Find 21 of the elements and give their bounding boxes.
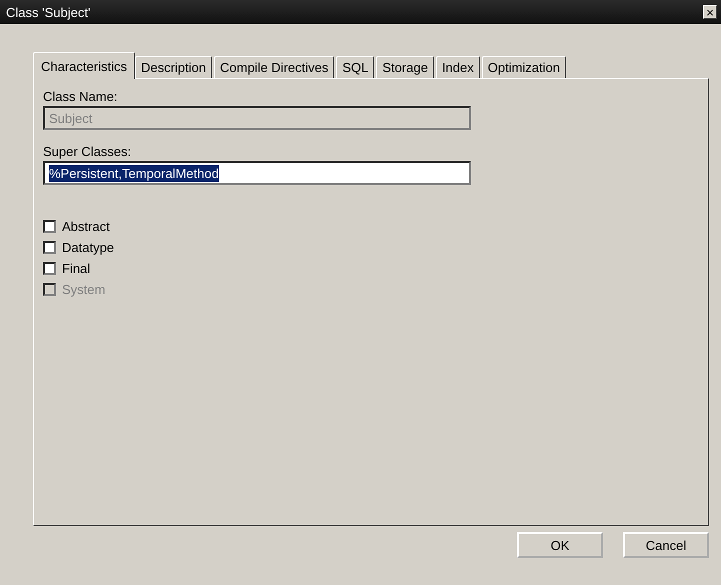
checkbox-label: System	[62, 282, 106, 297]
tab[interactable]: Characteristics	[33, 52, 135, 79]
tab[interactable]: SQL	[336, 56, 374, 78]
checkbox[interactable]	[43, 241, 56, 254]
checkbox-label: Datatype	[62, 240, 114, 255]
close-button[interactable]: ×	[703, 5, 717, 19]
tab[interactable]: Optimization	[482, 56, 566, 78]
tab[interactable]: Index	[436, 56, 480, 78]
tab[interactable]: Compile Directives	[214, 56, 334, 78]
field-label: Class Name:	[43, 89, 118, 104]
checkbox-label: Final	[62, 261, 90, 276]
window-title: Class 'Subject'	[6, 4, 90, 20]
checkbox[interactable]	[43, 262, 56, 275]
checkbox-label: Abstract	[62, 219, 110, 234]
tab[interactable]: Storage	[376, 56, 434, 78]
super-classes-field[interactable]: %Persistent,TemporalMethod	[43, 161, 471, 185]
dialog-button[interactable]: OK	[517, 532, 603, 558]
field-label: Super Classes:	[43, 144, 132, 159]
dialog-button[interactable]: Cancel	[623, 532, 709, 558]
checkbox[interactable]	[43, 220, 56, 233]
tab[interactable]: Description	[134, 56, 212, 78]
